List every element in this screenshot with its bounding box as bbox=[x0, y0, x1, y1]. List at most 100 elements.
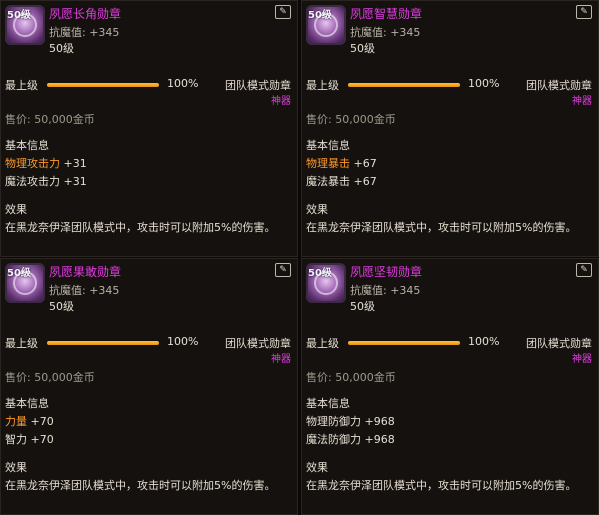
upgrade-label: 最上级 bbox=[306, 79, 339, 92]
item-name: 夙愿果敢勋章 bbox=[49, 265, 122, 279]
share-edit-icon[interactable]: ✎ bbox=[576, 263, 592, 277]
card-header: 50级 夙愿智慧勋章 抗魔值: +345 50级 ✎ bbox=[302, 1, 598, 65]
upgrade-progress-fill bbox=[47, 341, 159, 345]
stat-row: 魔法暴击 +67 bbox=[306, 173, 598, 191]
stat-row: 物理防御力 +968 bbox=[306, 413, 598, 431]
stat-value: +70 bbox=[27, 415, 54, 428]
effect-text: 在黑龙奈伊泽团队模式中，攻击时可以附加5%的伤害。 bbox=[5, 221, 276, 234]
resist-row: 抗魔值: +345 bbox=[350, 282, 420, 298]
item-mode: 团队模式勋章 bbox=[526, 337, 592, 350]
effect-title: 效果 bbox=[306, 461, 328, 474]
stat-row: 魔法防御力 +968 bbox=[306, 431, 598, 449]
basic-info-section: 基本信息 物理攻击力 +31 魔法攻击力 +31 效果 在黑龙奈伊泽团队模式中，… bbox=[1, 137, 297, 237]
price-row: 售价: 50,000金币 bbox=[302, 359, 598, 391]
stat-value: +968 bbox=[361, 415, 395, 428]
resist-row: 抗魔值: +345 bbox=[350, 24, 420, 40]
resist-value: +345 bbox=[390, 26, 421, 39]
medal-tooltip-card: 50级 夙愿坚韧勋章 抗魔值: +345 50级 ✎ 最上级 100% 团队模式… bbox=[301, 258, 599, 515]
basic-info-section: 基本信息 物理暴击 +67 魔法暴击 +67 效果 在黑龙奈伊泽团队模式中，攻击… bbox=[302, 137, 598, 237]
resist-label: 抗魔值: bbox=[350, 26, 391, 39]
medal-tooltip-card: 50级 夙愿长角勋章 抗魔值: +345 50级 ✎ 最上级 100% 团队模式… bbox=[0, 0, 298, 257]
card-header: 50级 夙愿坚韧勋章 抗魔值: +345 50级 ✎ bbox=[302, 259, 598, 323]
card-header: 50级 夙愿长角勋章 抗魔值: +345 50级 ✎ bbox=[1, 1, 297, 65]
basic-info-title: 基本信息 bbox=[306, 397, 350, 410]
medal-icon[interactable]: 50级 bbox=[5, 5, 45, 45]
stat-value: +31 bbox=[60, 157, 87, 170]
resist-label: 抗魔值: bbox=[49, 284, 90, 297]
upgrade-row: 最上级 100% 团队模式勋章 神器 bbox=[302, 65, 598, 107]
upgrade-row: 最上级 100% 团队模式勋章 神器 bbox=[1, 323, 297, 365]
medal-emblem bbox=[314, 271, 338, 295]
upgrade-percent: 100% bbox=[468, 77, 500, 90]
resist-label: 抗魔值: bbox=[350, 284, 391, 297]
medal-icon[interactable]: 50级 bbox=[5, 263, 45, 303]
effect-text: 在黑龙奈伊泽团队模式中，攻击时可以附加5%的伤害。 bbox=[5, 479, 276, 492]
upgrade-row: 最上级 100% 团队模式勋章 神器 bbox=[1, 65, 297, 107]
resist-value: +345 bbox=[390, 284, 421, 297]
item-mode: 团队模式勋章 bbox=[526, 79, 592, 92]
medal-tooltip-card: 50级 夙愿智慧勋章 抗魔值: +345 50级 ✎ 最上级 100% 团队模式… bbox=[301, 0, 599, 257]
stat-key: 魔法攻击力 bbox=[5, 175, 60, 188]
upgrade-percent: 100% bbox=[167, 335, 199, 348]
stat-key: 物理攻击力 bbox=[5, 157, 60, 170]
upgrade-percent: 100% bbox=[167, 77, 199, 90]
medal-emblem bbox=[314, 13, 338, 37]
stat-row: 力量 +70 bbox=[5, 413, 297, 431]
card-header: 50级 夙愿果敢勋章 抗魔值: +345 50级 ✎ bbox=[1, 259, 297, 323]
stat-value: +67 bbox=[350, 175, 377, 188]
item-mode: 团队模式勋章 bbox=[225, 337, 291, 350]
resist-label: 抗魔值: bbox=[49, 26, 90, 39]
medal-tooltip-card: 50级 夙愿果敢勋章 抗魔值: +345 50级 ✎ 最上级 100% 团队模式… bbox=[0, 258, 298, 515]
medal-emblem bbox=[13, 13, 37, 37]
effect-title: 效果 bbox=[5, 203, 27, 216]
upgrade-label: 最上级 bbox=[5, 79, 38, 92]
basic-info-title: 基本信息 bbox=[5, 397, 49, 410]
stat-value: +31 bbox=[60, 175, 87, 188]
stat-key: 魔法防御力 bbox=[306, 433, 361, 446]
stat-row: 物理攻击力 +31 bbox=[5, 155, 297, 173]
medal-icon[interactable]: 50级 bbox=[306, 263, 346, 303]
upgrade-row: 最上级 100% 团队模式勋章 神器 bbox=[302, 323, 598, 365]
resist-row: 抗魔值: +345 bbox=[49, 282, 119, 298]
item-level: 50级 bbox=[350, 300, 375, 313]
price-text: 售价: 50,000金币 bbox=[306, 113, 396, 126]
medal-emblem bbox=[13, 271, 37, 295]
resist-value: +345 bbox=[89, 26, 120, 39]
price-text: 售价: 50,000金币 bbox=[5, 371, 95, 384]
upgrade-progress-bar bbox=[348, 341, 460, 345]
resist-value: +345 bbox=[89, 284, 120, 297]
effect-text: 在黑龙奈伊泽团队模式中，攻击时可以附加5%的伤害。 bbox=[306, 479, 577, 492]
share-edit-icon[interactable]: ✎ bbox=[275, 5, 291, 19]
item-name: 夙愿长角勋章 bbox=[49, 7, 122, 21]
item-mode: 团队模式勋章 bbox=[225, 79, 291, 92]
stat-key: 物理防御力 bbox=[306, 415, 361, 428]
price-text: 售价: 50,000金币 bbox=[306, 371, 396, 384]
stat-key: 智力 bbox=[5, 433, 27, 446]
medal-icon[interactable]: 50级 bbox=[306, 5, 346, 45]
upgrade-progress-bar bbox=[47, 83, 159, 87]
upgrade-label: 最上级 bbox=[306, 337, 339, 350]
stat-value: +70 bbox=[27, 433, 54, 446]
upgrade-percent: 100% bbox=[468, 335, 500, 348]
price-row: 售价: 50,000金币 bbox=[302, 101, 598, 133]
basic-info-title: 基本信息 bbox=[5, 139, 49, 152]
upgrade-label: 最上级 bbox=[5, 337, 38, 350]
stat-row: 智力 +70 bbox=[5, 431, 297, 449]
price-row: 售价: 50,000金币 bbox=[1, 359, 297, 391]
price-text: 售价: 50,000金币 bbox=[5, 113, 95, 126]
stat-row: 物理暴击 +67 bbox=[306, 155, 598, 173]
price-row: 售价: 50,000金币 bbox=[1, 101, 297, 133]
upgrade-progress-fill bbox=[348, 341, 460, 345]
resist-row: 抗魔值: +345 bbox=[49, 24, 119, 40]
effect-title: 效果 bbox=[5, 461, 27, 474]
upgrade-progress-bar bbox=[348, 83, 460, 87]
upgrade-progress-bar bbox=[47, 341, 159, 345]
upgrade-progress-fill bbox=[348, 83, 460, 87]
stat-value: +67 bbox=[350, 157, 377, 170]
basic-info-section: 基本信息 物理防御力 +968 魔法防御力 +968 效果 在黑龙奈伊泽团队模式… bbox=[302, 395, 598, 495]
basic-info-title: 基本信息 bbox=[306, 139, 350, 152]
tooltip-grid: 50级 夙愿长角勋章 抗魔值: +345 50级 ✎ 最上级 100% 团队模式… bbox=[0, 0, 599, 515]
share-edit-icon[interactable]: ✎ bbox=[275, 263, 291, 277]
share-edit-icon[interactable]: ✎ bbox=[576, 5, 592, 19]
item-level: 50级 bbox=[49, 42, 74, 55]
